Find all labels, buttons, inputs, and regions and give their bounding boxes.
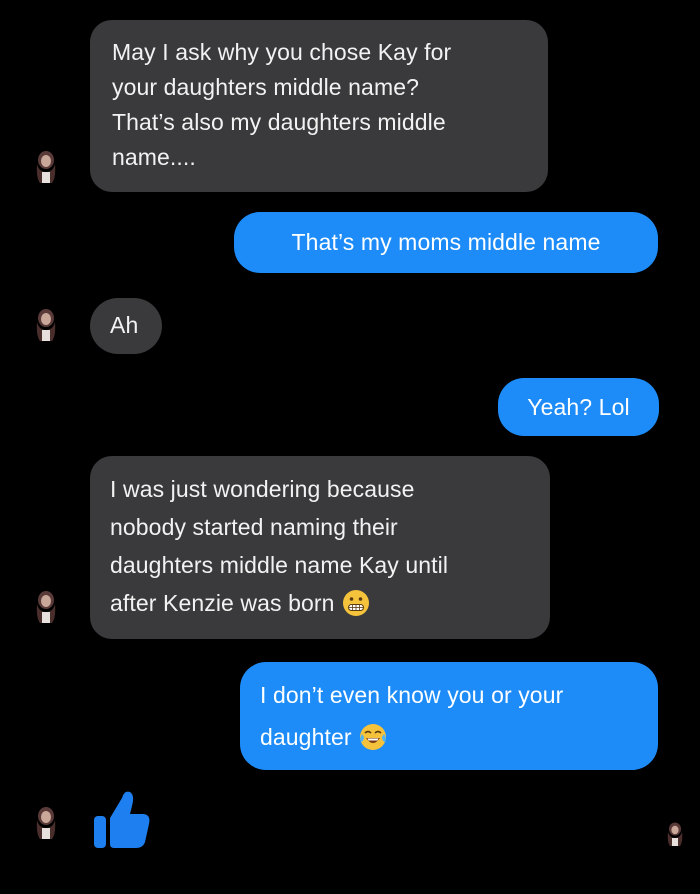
message-line: daughters middle name Kay until [110, 552, 449, 578]
contact-avatar-icon[interactable] [34, 308, 58, 342]
contact-avatar-icon[interactable] [34, 590, 58, 624]
incoming-message-bubble[interactable]: I was just wondering because nobody star… [90, 456, 550, 639]
message-thread: May I ask why you chose Kay for your dau… [0, 0, 700, 894]
message-line: I don’t even know you or your [260, 682, 564, 708]
contact-avatar-icon[interactable] [34, 150, 58, 184]
message-line: That’s also my daughters middle [112, 109, 446, 135]
tears-of-joy-face-icon [359, 723, 386, 750]
message-line: your daughters middle name? [112, 74, 419, 100]
thumbs-up-icon[interactable] [92, 788, 152, 852]
outgoing-message-bubble[interactable]: Yeah? Lol [498, 378, 659, 436]
message-line: May I ask why you chose Kay for [112, 39, 452, 65]
grimacing-face-icon [342, 589, 369, 616]
outgoing-message-bubble[interactable]: I don’t even know you or your daughter [240, 662, 658, 770]
incoming-message-bubble[interactable]: Ah [90, 298, 162, 354]
message-line: Yeah? Lol [527, 394, 630, 420]
message-line: Ah [110, 312, 139, 338]
contact-avatar-icon[interactable] [34, 806, 58, 840]
message-line: name.... [112, 144, 196, 170]
outgoing-message-bubble[interactable]: That’s my moms middle name [234, 212, 658, 273]
message-line: daughter [260, 716, 638, 758]
message-line: I was just wondering because [110, 476, 415, 502]
incoming-message-bubble[interactable]: May I ask why you chose Kay for your dau… [90, 20, 548, 192]
message-line: after Kenzie was born [110, 584, 530, 622]
message-line: That’s my moms middle name [291, 229, 601, 255]
message-line: nobody started naming their [110, 514, 398, 540]
seen-avatar-icon [667, 822, 683, 846]
